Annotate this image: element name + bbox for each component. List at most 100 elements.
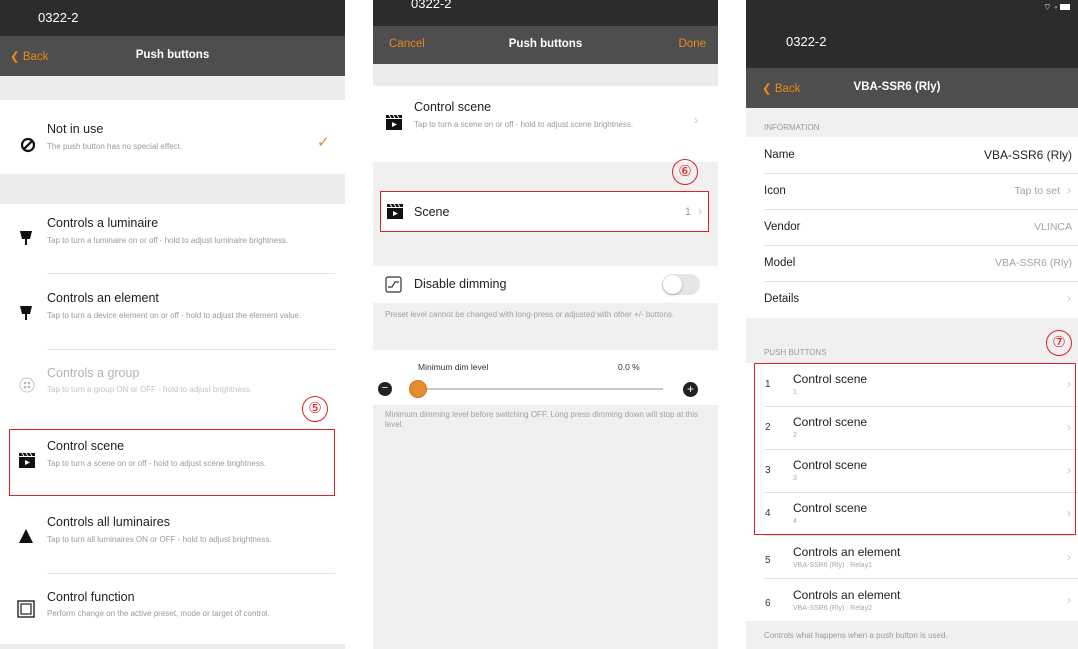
chevron-right-icon: › [1067,291,1071,305]
option-subtitle: The push button has no special effect. [47,142,183,151]
status-bar: 0322-2 [373,0,718,26]
control-scene-title: Control scene [414,100,492,114]
option-subtitle: Perform change on the active preset, mod… [47,609,270,618]
control-scene-subtitle: Tap to turn a scene on or off - hold to … [414,120,634,129]
triangle-icon [19,529,33,543]
status-bar: 0322-2 ⌔ ◦ [746,0,1078,68]
info-label: Model [764,257,796,269]
chevron-right-icon: › [1067,593,1071,607]
push-buttons-header: PUSH BUTTONS [764,348,827,357]
increase-button[interactable]: + [683,382,698,397]
group-icon [19,377,35,393]
preset-note: Preset level cannot be changed with long… [385,310,675,319]
section-spacer [0,644,345,649]
button-number: 5 [765,555,771,566]
disable-dimming-row: Disable dimming [373,266,718,303]
information-header: INFORMATION [764,123,820,132]
disable-dimming-label: Disable dimming [414,277,507,291]
section-spacer [373,64,718,86]
option-title: Controls all luminaires [47,515,170,529]
clapperboard-icon [386,114,402,130]
min-dim-level-panel: Minimum dim level 0.0 % − + [373,350,718,405]
highlight-box [754,363,1076,535]
checkmark-icon: ✓ [317,134,330,151]
info-row-model: Model VBA-SSR6 (Rly) [746,245,1078,281]
push-buttons-footer: Controls what happens when a push button… [764,631,948,640]
toggle-knob [663,275,682,294]
carrier-label: 0322-2 [786,34,827,49]
square-icon [17,600,35,618]
luminaire-icon [20,231,32,245]
min-dim-note: Minimum dimming level before switching O… [385,410,699,429]
status-bar: 0322-2 [0,0,345,36]
highlight-box [380,191,709,232]
info-row-icon[interactable]: Icon Tap to set › [746,173,1078,209]
control-scene-edit-screen: 0322-2 Cancel Push buttons Done Control … [373,0,718,649]
divider [47,349,335,350]
slider-track [409,388,663,390]
push-button-row-5[interactable]: 5 Controls an element VBA-SSR6 (Rly) : R… [746,535,1078,578]
location-icon: ◦ [1054,2,1058,12]
button-title: Controls an element [793,545,901,559]
navigation-bar: Cancel Push buttons Done [373,26,718,64]
page-title: Push buttons [508,38,583,50]
info-row-vendor: Vendor VLINCA [746,209,1078,245]
min-dim-slider-thumb[interactable] [409,380,427,398]
navigation-bar: ❮ Back VBA-SSR6 (Rly) [746,68,1078,108]
option-subtitle: Tap to turn all luminaires ON or OFF - h… [47,535,272,544]
info-label: Vendor [764,221,801,233]
option-title: Controls a luminaire [47,216,159,230]
page-title: VBA-SSR6 (Rly) [853,81,941,93]
info-row-name: Name VBA-SSR6 (Rly) [746,137,1078,174]
info-value: Tap to set [1014,185,1060,197]
option-subtitle: Tap to turn a luminaire on or off - hold… [47,236,289,245]
information-list: Name VBA-SSR6 (Rly) Icon Tap to set › Ve… [746,137,1078,318]
info-label: Icon [764,185,786,197]
button-title: Controls an element [793,588,901,602]
step-marker-7: ⑦ [1046,330,1072,356]
navigation-bar: ❮ Back Push buttons [0,36,345,76]
section-spacer [0,76,345,100]
button-subtitle: VBA-SSR6 (Rly) : Relay2 [793,605,872,612]
chevron-right-icon: › [1067,183,1071,197]
info-label: Name [764,149,795,161]
step-marker-6: ⑥ [672,159,698,185]
done-button[interactable]: Done [679,38,707,50]
info-row-details[interactable]: Details › [746,281,1078,318]
highlight-box [9,429,335,496]
divider [47,573,335,574]
button-subtitle: VBA-SSR6 (Rly) : Relay1 [793,562,872,569]
option-title: Not in use [47,122,104,136]
carrier-label: 0322-2 [38,10,79,25]
min-dim-label: Minimum dim level [418,362,489,372]
option-title: Controls a group [47,366,140,380]
push-button-row-6[interactable]: 6 Controls an element VBA-SSR6 (Rly) : R… [746,578,1078,621]
option-title: Control function [47,590,135,604]
min-dim-value: 0.0 % [618,362,640,372]
option-subtitle: Tap to turn a group ON or OFF - hold to … [47,385,252,394]
wifi-icon: ⌔ [1043,2,1052,12]
push-buttons-selection-screen: 0322-2 ❮ Back Push buttons Not in use Th… [0,0,345,649]
disable-dimming-toggle[interactable] [662,274,700,295]
page-title: Push buttons [135,49,210,61]
carrier-label: 0322-2 [411,0,452,11]
button-number: 6 [765,598,771,609]
luminaire-icon [20,306,32,320]
option-subtitle: Tap to turn a device element on or off -… [47,311,302,320]
section-spacer [0,174,345,204]
battery-icon [1060,4,1070,10]
device-detail-screen: 0322-2 ⌔ ◦ ❮ Back VBA-SSR6 (Rly) INFORMA… [746,0,1078,649]
chevron-right-icon: › [694,113,698,127]
info-value: VLINCA [1034,221,1072,233]
prohibited-icon [20,137,36,153]
chevron-right-icon: › [1067,550,1071,564]
info-value: VBA-SSR6 (Rly) [994,257,1072,269]
step-marker-5: ⑤ [302,396,328,422]
info-value: VBA-SSR6 (Rly) [983,148,1072,162]
control-scene-row[interactable]: Control scene Tap to turn a scene on or … [373,86,718,162]
info-label: Details [764,293,800,305]
divider [47,273,335,274]
status-icons: ⌔ ◦ [1043,2,1070,13]
decrease-button[interactable]: − [378,382,392,396]
dimming-icon [385,276,402,293]
